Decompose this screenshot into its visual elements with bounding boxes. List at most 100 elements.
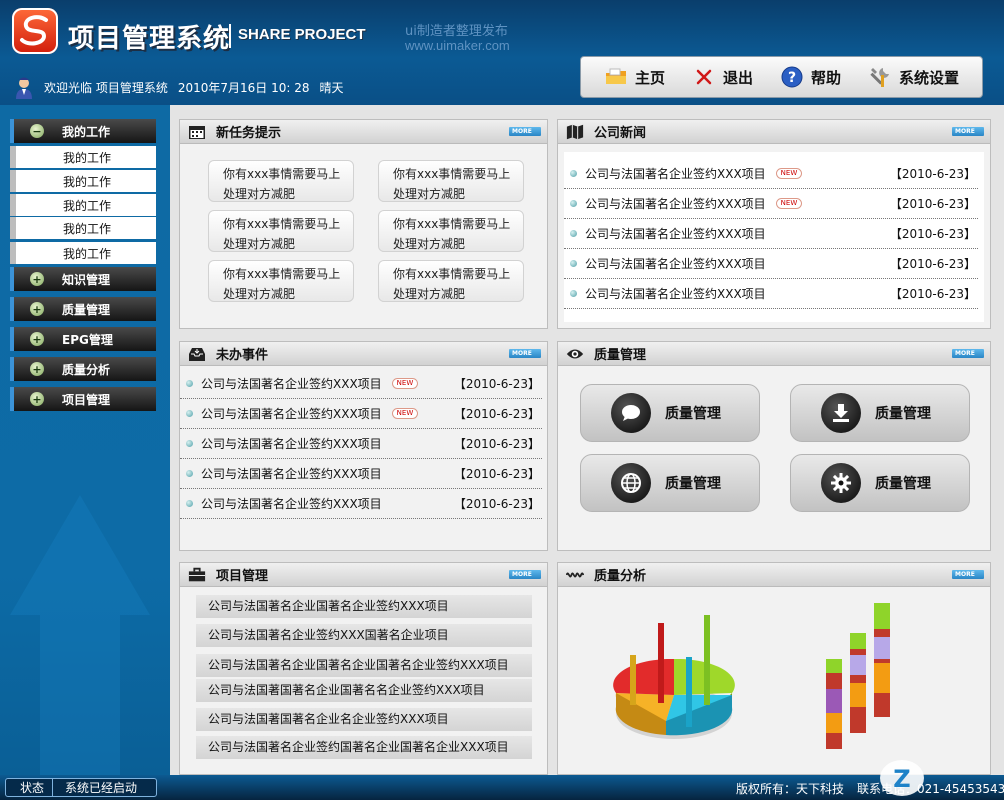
top-nav: 主页 退出 ? 帮助 系统设置 [580, 56, 983, 98]
panel-header: 质量分析 MORE [558, 563, 990, 587]
logo-icon [12, 8, 58, 54]
expand-icon: + [30, 302, 44, 316]
project-item[interactable]: 公司与法国著名企业签约XXX国著名企业项目 [196, 624, 532, 647]
expand-icon: + [30, 392, 44, 406]
quality-button[interactable]: 质量管理 [580, 384, 760, 442]
event-date: 【2010-6-23】 [453, 407, 540, 421]
project-item[interactable]: 公司与法国著国著名企业名企业签约XXX项目 [196, 708, 532, 731]
task-card[interactable]: 你有xxx事情需要马上 处理对方减肥 [378, 260, 524, 302]
news-title: 公司与法国著名企业签约XXX项目 [585, 167, 766, 181]
sidebar-group-analysis[interactable]: + 质量分析 [10, 357, 156, 381]
pie-chart-graphic [613, 615, 735, 739]
collapse-icon: − [30, 124, 44, 138]
list-item[interactable]: 公司与法国著名企业签约XXX项目 【2010-6-23】 [180, 459, 542, 489]
nav-help-button[interactable]: ? 帮助 [781, 66, 841, 88]
sidebar-item-mywork[interactable]: 我的工作 [10, 170, 156, 192]
sidebar-group-projects[interactable]: + 项目管理 [10, 387, 156, 411]
event-date: 【2010-6-23】 [453, 467, 540, 481]
header: 项目管理系统 SHARE PROJECT ui制造者整理发布 www.uimak… [0, 0, 1004, 105]
event-date: 【2010-6-23】 [453, 497, 540, 511]
sidebar-item-mywork[interactable]: 我的工作 [10, 242, 156, 264]
svg-text:?: ? [788, 70, 796, 86]
sidebar-item-mywork[interactable]: 我的工作 [10, 217, 156, 239]
list-item[interactable]: 公司与法国著名企业签约XXX项目 【2010-6-23】 [180, 489, 542, 519]
more-link[interactable]: MORE [952, 349, 984, 358]
more-link[interactable]: MORE [509, 349, 541, 358]
chat-bubble-icon [611, 393, 651, 433]
list-item[interactable]: 公司与法国著名企业签约XXX项目 【2010-6-23】 [564, 219, 978, 249]
panel-header: 质量管理 MORE [558, 342, 990, 366]
project-item[interactable]: 公司与法国著名企业签约国著名企业国著名企业XXX项目 [196, 736, 532, 759]
panel-header: 未办事件 MORE [180, 342, 547, 366]
nav-home-label: 主页 [635, 68, 666, 87]
help-icon: ? [781, 66, 803, 88]
task-line: 你有xxx事情需要马上 [223, 217, 341, 231]
watermark-logo: Z [880, 760, 924, 796]
sidebar-group-knowledge[interactable]: + 知识管理 [10, 267, 156, 291]
list-item[interactable]: 公司与法国著名企业签约XXX项目 NEW 【2010-6-23】 [564, 159, 978, 189]
project-item[interactable]: 公司与法国著名企业国著名企业签约XXX项目 [196, 595, 532, 618]
nav-settings-button[interactable]: 系统设置 [869, 66, 959, 88]
task-line: 处理对方减肥 [393, 187, 466, 201]
task-card[interactable]: 你有xxx事情需要马上 处理对方减肥 [378, 160, 524, 202]
panel-new-tasks: 新任务提示 MORE 你有xxx事情需要马上 处理对方减肥 你有xxx事情需要马上… [179, 119, 548, 329]
list-item[interactable]: 公司与法国著名企业签约XXX项目 【2010-6-23】 [564, 249, 978, 279]
more-link[interactable]: MORE [952, 570, 984, 579]
quality-button[interactable]: 质量管理 [790, 384, 970, 442]
footer: 状态 系统已经启动 版权所有：天下科技 联系电话：021-45453543 Z [0, 760, 1004, 800]
bullet-icon [570, 260, 577, 267]
home-folder-icon [605, 66, 627, 88]
task-card[interactable]: 你有xxx事情需要马上 处理对方减肥 [378, 210, 524, 252]
event-title: 公司与法国著名企业签约XXX项目 [201, 377, 382, 391]
sidebar-group-quality[interactable]: + 质量管理 [10, 297, 156, 321]
news-date: 【2010-6-23】 [889, 257, 976, 271]
task-line: 你有xxx事情需要马上 [393, 267, 511, 281]
status-box: 状态 系统已经启动 [5, 778, 157, 797]
more-link[interactable]: MORE [952, 127, 984, 136]
eye-icon [566, 345, 584, 363]
list-item[interactable]: 公司与法国著名企业签约XXX项目 【2010-6-23】 [180, 429, 542, 459]
watermark-url: www.uimaker.com [405, 38, 510, 53]
task-card[interactable]: 你有xxx事情需要马上 处理对方减肥 [208, 210, 354, 252]
list-item[interactable]: 公司与法国著名企业签约XXX项目 NEW 【2010-6-23】 [564, 189, 978, 219]
new-badge: NEW [775, 168, 803, 179]
sidebar-group-label: 项目管理 [62, 392, 111, 407]
list-item[interactable]: 公司与法国著名企业签约XXX项目 NEW 【2010-6-23】 [180, 399, 542, 429]
bar-chart-graphic [826, 603, 890, 749]
quality-button[interactable]: 质量管理 [580, 454, 760, 512]
new-badge: NEW [775, 198, 803, 209]
project-item[interactable]: 公司与法国著名企业国著名企业国著名企业签约XXX项目 [196, 654, 532, 677]
sidebar-item-mywork[interactable]: 我的工作 [10, 146, 156, 168]
news-date: 【2010-6-23】 [889, 287, 976, 301]
briefcase-icon [188, 566, 206, 584]
copyright-text: 版权所有：天下科技 [736, 782, 845, 796]
task-line: 你有xxx事情需要马上 [223, 167, 341, 181]
news-date: 【2010-6-23】 [889, 197, 976, 211]
project-item[interactable]: 公司与法国著国著名企业国著名名企业签约XXX项目 [196, 679, 532, 702]
nav-logout-button[interactable]: 退出 [693, 66, 753, 88]
list-item[interactable]: 公司与法国著名企业签约XXX项目 【2010-6-23】 [564, 279, 978, 309]
download-icon [821, 393, 861, 433]
panel-pending-events: 未办事件 MORE 公司与法国著名企业签约XXX项目 NEW 【2010-6-23】… [179, 341, 548, 551]
quality-button[interactable]: 质量管理 [790, 454, 970, 512]
task-card[interactable]: 你有xxx事情需要马上 处理对方减肥 [208, 260, 354, 302]
nav-help-label: 帮助 [811, 68, 842, 87]
panel-quality-analysis: 质量分析 MORE [557, 562, 991, 775]
panel-project-management: 项目管理 MORE 公司与法国著名企业国著名企业签约XXX项目 公司与法国著名企… [179, 562, 548, 775]
nav-home-button[interactable]: 主页 [605, 66, 665, 88]
sidebar-group-epg[interactable]: + EPG管理 [10, 327, 156, 351]
sidebar-item-mywork[interactable]: 我的工作 [10, 194, 156, 216]
panel-quality-management: 质量管理 MORE 质量管理 质量管理 质量管理 质量管理 [557, 341, 991, 551]
new-badge: NEW [391, 378, 419, 389]
calendar-icon [188, 123, 206, 141]
nav-settings-label: 系统设置 [899, 68, 960, 87]
more-link[interactable]: MORE [509, 570, 541, 579]
sidebar-group-mywork[interactable]: − 我的工作 [10, 119, 156, 143]
svg-text:Z: Z [893, 765, 910, 793]
more-link[interactable]: MORE [509, 127, 541, 136]
welcome-text: 欢迎光临 项目管理系统 [44, 81, 168, 95]
task-card[interactable]: 你有xxx事情需要马上 处理对方减肥 [208, 160, 354, 202]
tools-icon [869, 66, 891, 88]
bullet-icon [570, 200, 577, 207]
list-item[interactable]: 公司与法国著名企业签约XXX项目 NEW 【2010-6-23】 [180, 369, 542, 399]
